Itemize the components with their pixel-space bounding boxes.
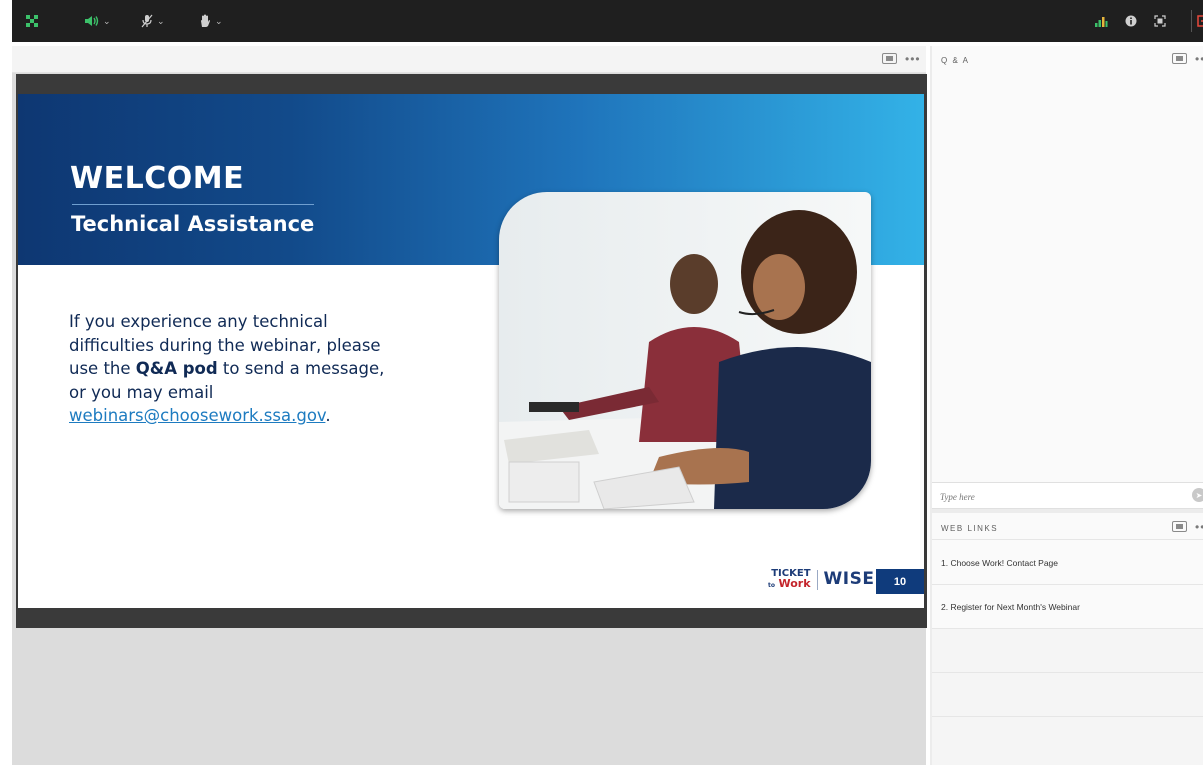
more-options-icon[interactable]: ••• (905, 53, 921, 65)
speaker-button[interactable]: ⌄ (84, 11, 111, 31)
maximize-pod-icon[interactable] (882, 53, 897, 64)
qa-pod-title: Q & A (941, 56, 970, 65)
slide-body-text: If you experience any technical difficul… (69, 310, 399, 428)
qa-message-input[interactable] (940, 489, 1170, 505)
top-toolbar: ⌄ ⌄ ⌄ (12, 0, 1203, 42)
slide-subtitle: Technical Assistance (71, 212, 315, 236)
info-icon[interactable] (1125, 11, 1137, 31)
wise-logo: WISE (824, 570, 875, 591)
web-link-label: 2. Register for Next Month's Webinar (941, 602, 1080, 612)
logo-to-text: to (768, 582, 775, 589)
more-options-icon[interactable]: •• (1195, 53, 1203, 65)
logo-wise-text: WISE (823, 568, 875, 589)
toolbar-divider (1191, 10, 1192, 32)
send-message-icon[interactable]: ➤ (1192, 488, 1203, 502)
call-center-photo (499, 192, 871, 509)
maximize-pod-icon[interactable] (1172, 521, 1187, 532)
chevron-down-icon: ⌄ (103, 15, 111, 26)
slide-title: WELCOME (70, 161, 245, 196)
qa-pod: Q & A •• (932, 46, 1203, 509)
raise-hand-button[interactable]: ⌄ (198, 11, 223, 31)
ticket-to-work-logo: TICKET to Work (768, 569, 811, 591)
web-link-label: 1. Choose Work! Contact Page (941, 558, 1059, 568)
slide-page-number: 10 (876, 569, 924, 594)
right-column: Q & A •• WEB LINKS •• 1. Choose Work! Co… (930, 46, 1203, 765)
web-links-pod-tools: •• (1172, 521, 1203, 533)
share-pod-header: ••• (12, 46, 926, 73)
ticket-to-work-wise-logo: TICKET to Work WISE (768, 569, 874, 591)
connection-status-icon[interactable] (1094, 11, 1108, 31)
microphone-button[interactable]: ⌄ (140, 11, 165, 31)
share-pod: ••• WELCOME Technical Assistance If you … (12, 46, 927, 765)
qa-pod-header: Q & A •• (932, 46, 1203, 73)
microphone-icon (141, 14, 153, 28)
speaker-icon (85, 16, 99, 26)
web-link-item[interactable]: 2. Register for Next Month's Webinar (932, 585, 1203, 629)
raise-hand-icon (201, 14, 210, 27)
web-links-pod-header: WEB LINKS •• (932, 513, 1203, 540)
logo-work-text: Work (778, 577, 811, 590)
layout-grid-icon[interactable] (25, 11, 39, 31)
support-email-link[interactable]: webinars@choosework.ssa.gov (69, 406, 325, 425)
chevron-down-icon: ⌄ (215, 15, 223, 26)
web-link-empty-row (932, 717, 1203, 765)
web-links-pod: WEB LINKS •• 1. Choose Work! Contact Pag… (932, 513, 1203, 765)
slide-frame: WELCOME Technical Assistance If you expe… (16, 74, 927, 628)
web-links-pod-title: WEB LINKS (941, 524, 999, 533)
presentation-slide: WELCOME Technical Assistance If you expe… (18, 94, 924, 608)
more-options-icon[interactable]: •• (1195, 521, 1203, 533)
share-pod-tools: ••• (882, 53, 921, 65)
web-link-item[interactable]: 1. Choose Work! Contact Page (932, 541, 1203, 585)
maximize-pod-icon[interactable] (1172, 53, 1187, 64)
body-text-bold: Q&A pod (135, 359, 218, 378)
web-link-empty-row (932, 673, 1203, 717)
slide-title-rule (72, 204, 314, 205)
fullscreen-icon[interactable] (1154, 11, 1166, 31)
body-text-end: . (325, 406, 331, 425)
leave-meeting-icon[interactable] (1197, 11, 1203, 31)
chevron-down-icon: ⌄ (157, 15, 165, 26)
qa-input-row (932, 482, 1203, 509)
qa-pod-tools: •• (1172, 53, 1203, 65)
web-link-empty-row (932, 629, 1203, 673)
logo-divider (816, 570, 818, 590)
